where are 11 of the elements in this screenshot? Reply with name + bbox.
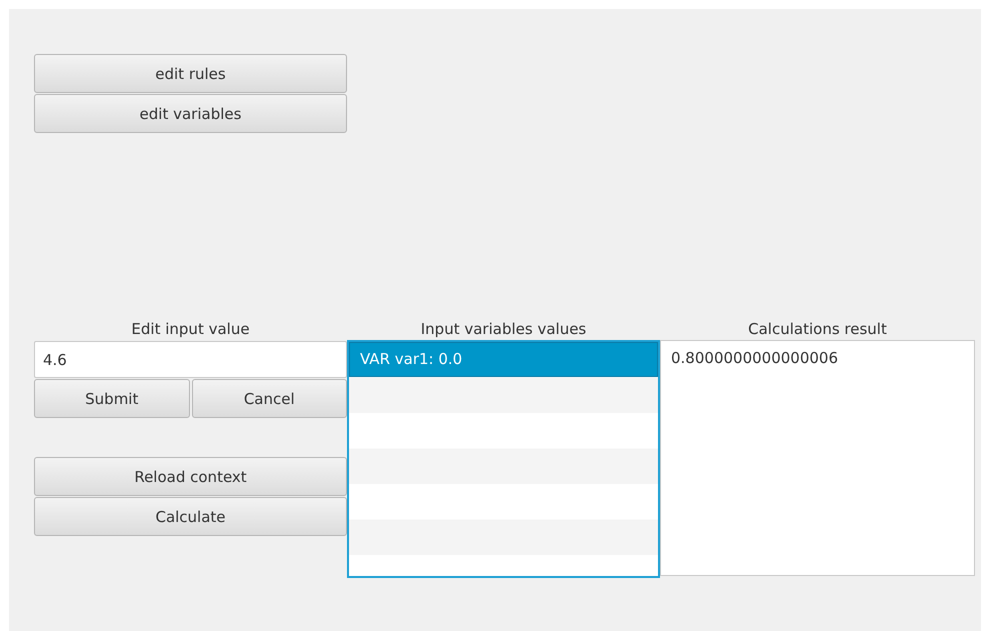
calculate-button[interactable]: Calculate — [34, 497, 347, 536]
input-field[interactable]: 4.6 — [34, 341, 347, 378]
cancel-button[interactable]: Cancel — [192, 379, 347, 418]
edit-variables-button[interactable]: edit variables — [34, 94, 347, 133]
reload-button[interactable]: Reload context — [34, 457, 347, 496]
section-heading: Calculations result — [747, 319, 888, 340]
edit-rules-button[interactable]: edit rules — [34, 54, 347, 93]
list-item[interactable]: 0.8000000000000006 — [661, 341, 974, 376]
section-heading: Edit input value — [130, 319, 251, 340]
section-heading: Input variables values — [420, 319, 588, 340]
submit-button[interactable]: Submit — [34, 379, 190, 418]
